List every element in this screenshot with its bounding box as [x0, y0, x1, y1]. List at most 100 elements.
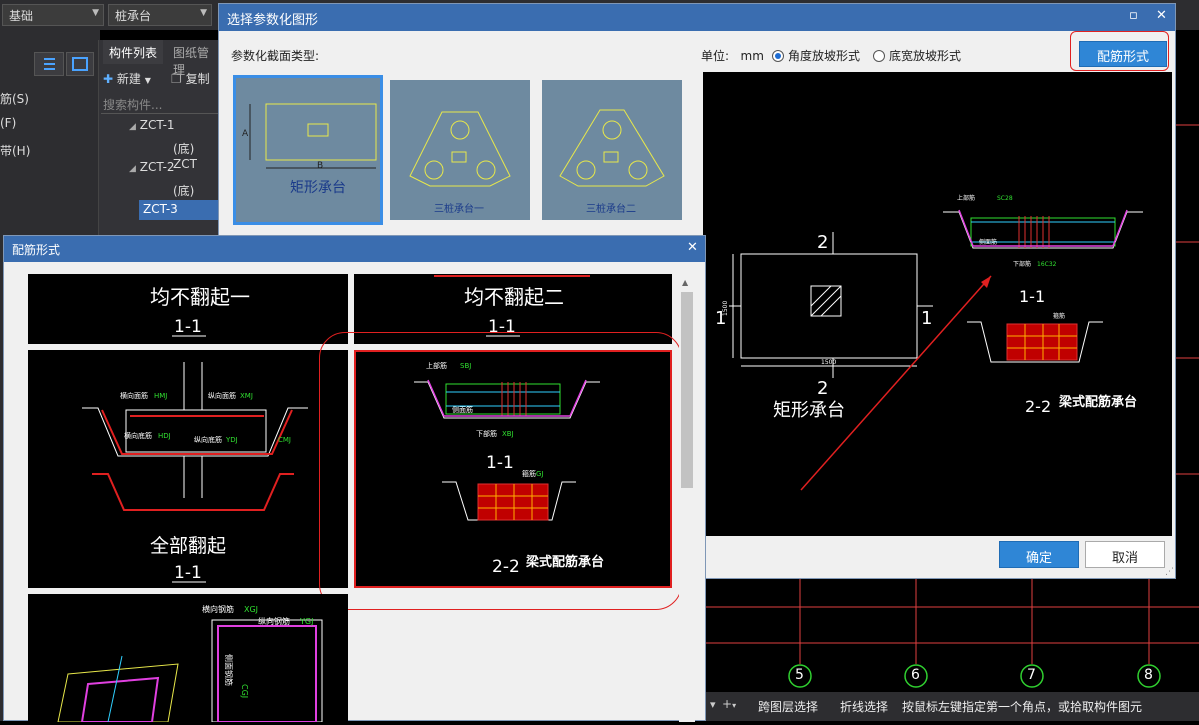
expand-icon: ◢	[129, 164, 136, 174]
highlight-box	[1070, 31, 1169, 71]
thumb-three-pile-2[interactable]: 三桩承台二	[542, 80, 682, 220]
scrollbar-thumb[interactable]	[681, 292, 693, 488]
three-pile-icon: 三桩承台二	[559, 109, 665, 215]
tree-item-label: ZCT-2	[139, 160, 175, 174]
expand-icon: ◢	[129, 122, 136, 132]
rect-cap-icon: A B 矩形承台	[242, 103, 377, 196]
option-caption: 均不翻起二	[464, 285, 564, 309]
tab-component-list[interactable]: 构件列表	[103, 40, 164, 64]
radio-bottom-width-slope[interactable]: 底宽放坡形式	[873, 47, 961, 64]
rebar-option-column-cap[interactable]: 横向钢筋 XGJ 纵向钢筋 YGJ 侧面钢筋 CGJ	[28, 594, 348, 723]
polyline-select-button[interactable]: 折线选择	[840, 698, 888, 715]
rebar-dialog-titlebar: 配筋形式	[4, 236, 705, 262]
rebar-code: CMJ	[278, 436, 291, 444]
rebar-label: 下部筋	[1013, 260, 1031, 268]
status-bar: ▾ +▾ 跨图层选择 折线选择 按鼠标左键指定第一个角点，或拾取构件图元	[706, 692, 1199, 721]
cancel-button[interactable]: 取消	[1085, 541, 1165, 568]
floor-combo[interactable]: 基础 ▼	[2, 4, 104, 26]
new-button[interactable]: ✚ 新建 ▼	[103, 70, 151, 87]
rebar-label: 纵向面筋	[208, 391, 236, 400]
cross-layer-select-button[interactable]: 跨图层选择	[758, 698, 818, 715]
close-icon[interactable]: ✕	[687, 240, 698, 255]
copy-button[interactable]: ❐ 复制	[171, 70, 210, 87]
type-combo-value: 桩承台	[115, 9, 152, 23]
rebar-option-all-up[interactable]: 横向面筋 HMJ 纵向面筋 XMJ 横向底筋 HDJ 纵向底筋 YDJ CMJ …	[28, 350, 348, 588]
rebar-option-drawing: 横向钢筋 XGJ 纵向钢筋 YGJ 侧面钢筋 CGJ	[57, 604, 323, 723]
drawing-canvas-right[interactable]	[1176, 30, 1199, 579]
section-mark: 1	[921, 308, 932, 329]
chevron-down-icon: ▾	[732, 701, 737, 710]
param-dialog-title: 选择参数化图形	[227, 13, 319, 28]
search-input[interactable]: 搜索构件...	[101, 94, 219, 114]
grid-view-button[interactable]	[66, 52, 94, 76]
rebar-option-drawing: 均不翻起一 1-1	[150, 285, 250, 337]
rebar-label: 横向底筋	[124, 431, 152, 440]
thumb-three-pile-1[interactable]: 三桩承台一	[390, 80, 530, 220]
unit-label-text: 单位:	[701, 49, 730, 63]
floor-combo-value: 基础	[9, 9, 34, 23]
list-view-button[interactable]	[34, 52, 64, 76]
option-caption: 均不翻起一	[150, 285, 250, 309]
rebar-option-none-up-1[interactable]: 均不翻起一 1-1	[28, 274, 348, 344]
menu-item-rebar[interactable]: 筋(S)	[0, 90, 29, 107]
chevron-down-icon: ▼	[92, 8, 99, 18]
menu-item-strip[interactable]: 带(H)	[0, 142, 30, 159]
tree-item[interactable]: ◢ ZCT-2	[129, 160, 175, 174]
radio-selected-icon	[772, 50, 784, 62]
rebar-label: 纵向钢筋	[258, 616, 290, 626]
rebar-option-drawing: 横向面筋 HMJ 纵向面筋 XMJ 横向底筋 HDJ 纵向底筋 YDJ CMJ …	[82, 362, 308, 583]
section-mark: 2	[817, 232, 828, 253]
snap-toggle[interactable]: +▾	[722, 697, 736, 711]
scrollbar[interactable]: ▲	[679, 274, 695, 722]
menu-item-f[interactable]: (F)	[0, 116, 16, 130]
plus-icon: +	[722, 697, 733, 711]
rebar-code: HMJ	[154, 392, 167, 400]
option-sub: 1-1	[174, 563, 202, 583]
svg-text:B: B	[317, 161, 323, 171]
tree-item[interactable]: (底) ZCT	[173, 140, 218, 171]
radio-angle-slope-label: 角度放坡形式	[788, 49, 861, 63]
scroll-up-icon[interactable]: ▲	[682, 278, 688, 287]
rebar-code: 16C32	[1037, 261, 1057, 268]
highlight-box	[319, 332, 682, 610]
rebar-label: 侧面筋	[979, 238, 997, 246]
type-combo[interactable]: 桩承台 ▼	[108, 4, 212, 26]
rebar-code: HDJ	[158, 432, 171, 440]
unit-label: 单位: mm	[701, 47, 764, 64]
detail-caption: 梁式配筋承台	[1058, 394, 1137, 410]
rebar-code: XMJ	[240, 392, 253, 400]
tab-drawing-manager[interactable]: 图纸管理	[167, 40, 218, 77]
resize-grip-icon[interactable]: ⋰	[1165, 567, 1174, 577]
rebar-label: 侧面钢筋	[224, 654, 234, 686]
close-icon[interactable]: ✕	[1156, 8, 1167, 23]
dimension-text: 1500	[722, 301, 729, 316]
thumb-rect-cap[interactable]: A B 矩形承台	[233, 75, 383, 225]
thumb-caption: 三桩承台一	[434, 202, 484, 215]
rebar-code: YDJ	[225, 436, 238, 444]
option-caption: 全部翻起	[150, 535, 226, 557]
section-label: 2-2	[1025, 397, 1051, 416]
axis-label: 5	[795, 667, 804, 683]
param-dialog-titlebar: 选择参数化图形	[219, 4, 1175, 31]
tree-item-selected[interactable]: ZCT-3	[139, 200, 219, 220]
tree-item[interactable]: ◢ ZCT-1	[129, 118, 175, 132]
rebar-label: 横向钢筋	[202, 604, 234, 614]
option-sub: 1-1	[174, 317, 202, 337]
rebar-code: CGJ	[240, 684, 249, 698]
maximize-icon[interactable]: ▫	[1129, 8, 1138, 23]
tree-item-label: ZCT-1	[139, 118, 175, 132]
ok-button[interactable]: 确定	[999, 541, 1079, 568]
rebar-label: 横向面筋	[120, 391, 148, 400]
rebar-label: 纵向底筋	[194, 435, 222, 444]
grid-icon	[72, 57, 88, 71]
rebar-code: YGJ	[299, 617, 313, 626]
section-label: 1-1	[1019, 287, 1045, 306]
drawing-canvas-bottom[interactable]	[706, 579, 1199, 692]
chevron-down-icon: ▼	[144, 76, 151, 85]
radio-angle-slope[interactable]: 角度放坡形式	[772, 47, 860, 64]
thumb-caption: 三桩承台二	[586, 202, 636, 215]
section-mark: 2	[817, 378, 828, 399]
radio-unselected-icon	[873, 50, 885, 62]
preview-caption: 矩形承台	[773, 400, 845, 421]
unit-value: mm	[740, 49, 764, 63]
